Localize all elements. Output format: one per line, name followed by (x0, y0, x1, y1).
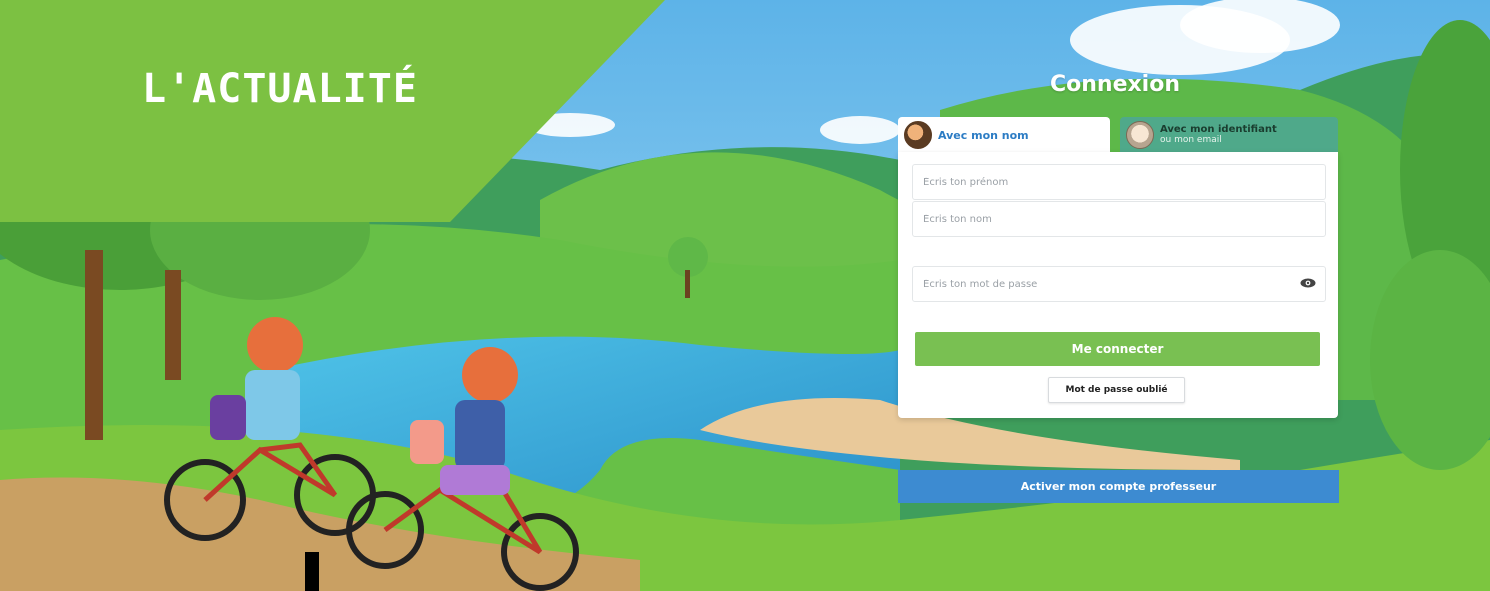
activate-teacher-account-button[interactable]: Activer mon compte professeur (898, 470, 1339, 503)
login-panel: Me connecter Mot de passe oublié (898, 152, 1338, 418)
password-field-wrapper (912, 266, 1326, 302)
text-cursor-bar (305, 552, 319, 591)
lastname-input[interactable] (912, 201, 1326, 237)
forgot-password-button[interactable]: Mot de passe oublié (1048, 377, 1185, 403)
tab-label: Avec mon nom (938, 128, 1029, 142)
child-avatar-icon (1126, 121, 1154, 149)
login-title: Connexion (1049, 72, 1180, 97)
tab-sublabel: ou mon email (1160, 135, 1222, 145)
tab-with-name[interactable]: Avec mon nom (898, 117, 1110, 153)
brand-title: L'ACTUALITÉ (142, 66, 418, 112)
tab-label: Avec mon identifiant (1160, 124, 1277, 135)
login-button[interactable]: Me connecter (915, 332, 1320, 366)
firstname-input[interactable] (912, 164, 1326, 200)
eye-icon[interactable] (1300, 278, 1316, 288)
child-avatar-icon (904, 121, 932, 149)
tab-with-identifier[interactable]: Avec mon identifiant ou mon email (1120, 117, 1338, 153)
password-input[interactable] (912, 266, 1326, 302)
